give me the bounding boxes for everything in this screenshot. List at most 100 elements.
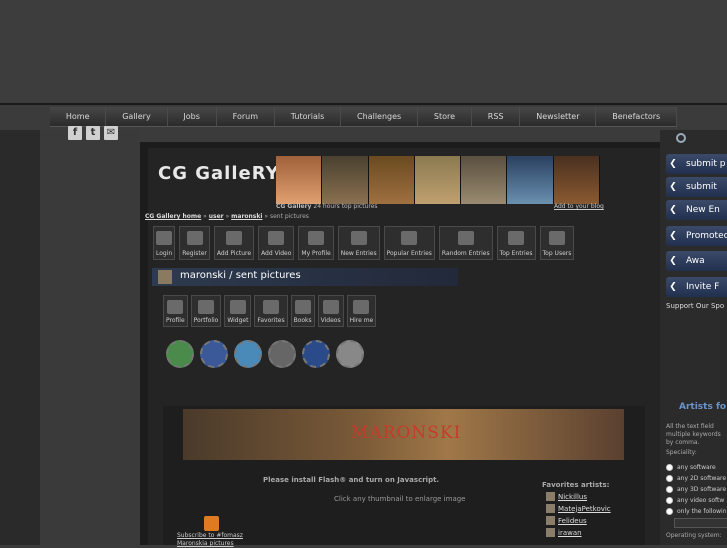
social-links-top: f t ✉ bbox=[68, 126, 118, 140]
hire-me-button[interactable]: Hire me bbox=[346, 295, 377, 327]
site-logo[interactable]: CG GalleRY bbox=[158, 163, 280, 184]
add-picture-button[interactable]: Add Picture bbox=[213, 226, 255, 260]
thumbnail[interactable] bbox=[276, 156, 323, 204]
subscribe-link[interactable]: Subscribe to #fomasz Maronskia pictures bbox=[177, 532, 243, 548]
thumbnail[interactable] bbox=[553, 156, 600, 204]
favorite-artist[interactable]: Felideus bbox=[558, 517, 587, 525]
breadcrumb-name[interactable]: maronski bbox=[231, 213, 262, 220]
avatar[interactable] bbox=[158, 270, 172, 284]
portfolio-button[interactable]: Portfolio bbox=[190, 295, 222, 327]
favorite-artist[interactable]: Nickillus bbox=[558, 493, 587, 501]
toolbar-label: Add Picture bbox=[216, 250, 252, 257]
my-profile-button[interactable]: My Profile bbox=[298, 226, 334, 260]
invite-friends-button[interactable]: ❮ Invite F bbox=[666, 277, 727, 297]
radio-button[interactable] bbox=[666, 508, 673, 515]
radio-option[interactable]: any 2D software bbox=[666, 473, 727, 484]
random-entries-button[interactable]: Random Entries bbox=[438, 226, 493, 260]
stumbleupon-icon[interactable] bbox=[166, 340, 194, 368]
favorites-button[interactable]: Favorites bbox=[254, 295, 288, 327]
avatar bbox=[546, 528, 555, 537]
share-icons bbox=[166, 340, 364, 368]
list-item[interactable]: Nickillus bbox=[546, 491, 611, 502]
nav-item-challenges[interactable]: Challenges bbox=[341, 107, 419, 126]
thumbnail[interactable] bbox=[507, 156, 554, 204]
radio-button[interactable] bbox=[666, 464, 673, 471]
new-entries-side-button[interactable]: ❮ New En bbox=[666, 200, 727, 220]
add-to-blog-link[interactable]: Add to your blog bbox=[554, 203, 604, 210]
delicious-icon[interactable] bbox=[302, 340, 330, 368]
toolbar-label: Login bbox=[156, 250, 173, 257]
radio-option[interactable]: any 3D software bbox=[666, 484, 727, 495]
nav-item-home[interactable]: Home bbox=[50, 107, 107, 126]
radio-button[interactable] bbox=[666, 475, 673, 482]
sidebar-button-label: Awa bbox=[686, 256, 705, 266]
top-users-button[interactable]: Top Users bbox=[539, 226, 575, 260]
thumbnail[interactable] bbox=[322, 156, 369, 204]
list-item[interactable]: irawan bbox=[546, 527, 611, 538]
search-icon[interactable] bbox=[676, 133, 686, 143]
radio-option[interactable]: only the followin bbox=[666, 506, 727, 517]
submit-picture-button[interactable]: ❮ submit p bbox=[666, 154, 727, 174]
speciality-label: Speciality: bbox=[666, 449, 697, 456]
nav-item-store[interactable]: Store bbox=[418, 107, 472, 126]
top-entries-icon bbox=[508, 231, 525, 245]
dice-icon bbox=[457, 231, 474, 245]
login-button[interactable]: Login bbox=[153, 226, 176, 260]
new-entries-button[interactable]: New Entries bbox=[337, 226, 380, 260]
caption-prefix: CG Gallery bbox=[276, 203, 312, 210]
twitter-bird-icon[interactable] bbox=[234, 340, 262, 368]
videos-button[interactable]: Videos bbox=[317, 295, 344, 327]
thumbnail[interactable] bbox=[414, 156, 462, 204]
profile-toolbar: Profile Portfolio Widget Favorites Books… bbox=[163, 295, 377, 327]
nav-item-tutorials[interactable]: Tutorials bbox=[274, 107, 342, 126]
toolbar-label: Portfolio bbox=[193, 317, 219, 324]
portfolio-icon bbox=[198, 300, 214, 314]
toolbar-label: Favorites bbox=[257, 317, 285, 324]
sidebar-button-label: submit bbox=[686, 182, 717, 192]
facebook-icon[interactable] bbox=[200, 340, 228, 368]
thumbnail[interactable] bbox=[461, 156, 508, 204]
radio-option[interactable]: any software bbox=[666, 462, 727, 473]
radio-button[interactable] bbox=[666, 497, 673, 504]
popular-entries-button[interactable]: Popular Entries bbox=[383, 226, 435, 260]
nav-item-jobs[interactable]: Jobs bbox=[167, 107, 217, 126]
favorite-artist[interactable]: irawan bbox=[558, 529, 582, 537]
email-icon[interactable] bbox=[336, 340, 364, 368]
register-button[interactable]: Register bbox=[179, 226, 210, 260]
toolbar-label: New Entries bbox=[340, 250, 377, 257]
profile-button[interactable]: Profile bbox=[163, 295, 188, 327]
books-button[interactable]: Books bbox=[290, 295, 315, 327]
banner-text: MARONSKI bbox=[351, 423, 462, 443]
toolbar-label: My Profile bbox=[301, 250, 331, 257]
favorite-artist[interactable]: MatejaPetkovic bbox=[558, 505, 611, 513]
radio-option[interactable]: any video softw bbox=[666, 495, 727, 506]
breadcrumb-user[interactable]: user bbox=[209, 213, 224, 220]
new-entries-icon bbox=[350, 231, 367, 245]
description-line: by comma. bbox=[666, 439, 700, 446]
list-item[interactable]: MatejaPetkovic bbox=[546, 503, 611, 514]
thumbnail[interactable] bbox=[368, 156, 415, 204]
nav-item-gallery[interactable]: Gallery bbox=[106, 107, 168, 126]
widget-button[interactable]: Widget bbox=[224, 295, 252, 327]
myspace-icon[interactable] bbox=[268, 340, 296, 368]
click-hint: Click any thumbnail to enlarge image bbox=[334, 495, 466, 503]
promoted-button[interactable]: ❮ Promotec bbox=[666, 226, 727, 246]
software-input[interactable] bbox=[674, 518, 727, 528]
submit-video-button[interactable]: ❮ submit bbox=[666, 177, 727, 197]
breadcrumb-home[interactable]: CG Gallery home bbox=[145, 213, 201, 220]
facebook-icon[interactable]: f bbox=[68, 126, 82, 140]
nav-item-newsletter[interactable]: Newsletter bbox=[520, 107, 597, 126]
nav-item-benefactors[interactable]: Benefactors bbox=[596, 107, 678, 126]
email-icon[interactable]: ✉ bbox=[104, 126, 118, 140]
twitter-icon[interactable]: t bbox=[86, 126, 100, 140]
nav-item-rss[interactable]: RSS bbox=[471, 107, 521, 126]
awards-button[interactable]: ❮ Awa bbox=[666, 251, 727, 271]
list-item[interactable]: Felideus bbox=[546, 515, 611, 526]
nav-item-forum[interactable]: Forum bbox=[216, 107, 275, 126]
radio-label: any software bbox=[677, 464, 716, 471]
top-entries-button[interactable]: Top Entries bbox=[496, 226, 536, 260]
sidebar-button-label: submit p bbox=[686, 159, 726, 169]
rss-icon[interactable] bbox=[204, 516, 219, 531]
add-video-button[interactable]: Add Video bbox=[258, 226, 295, 260]
radio-button[interactable] bbox=[666, 486, 673, 493]
